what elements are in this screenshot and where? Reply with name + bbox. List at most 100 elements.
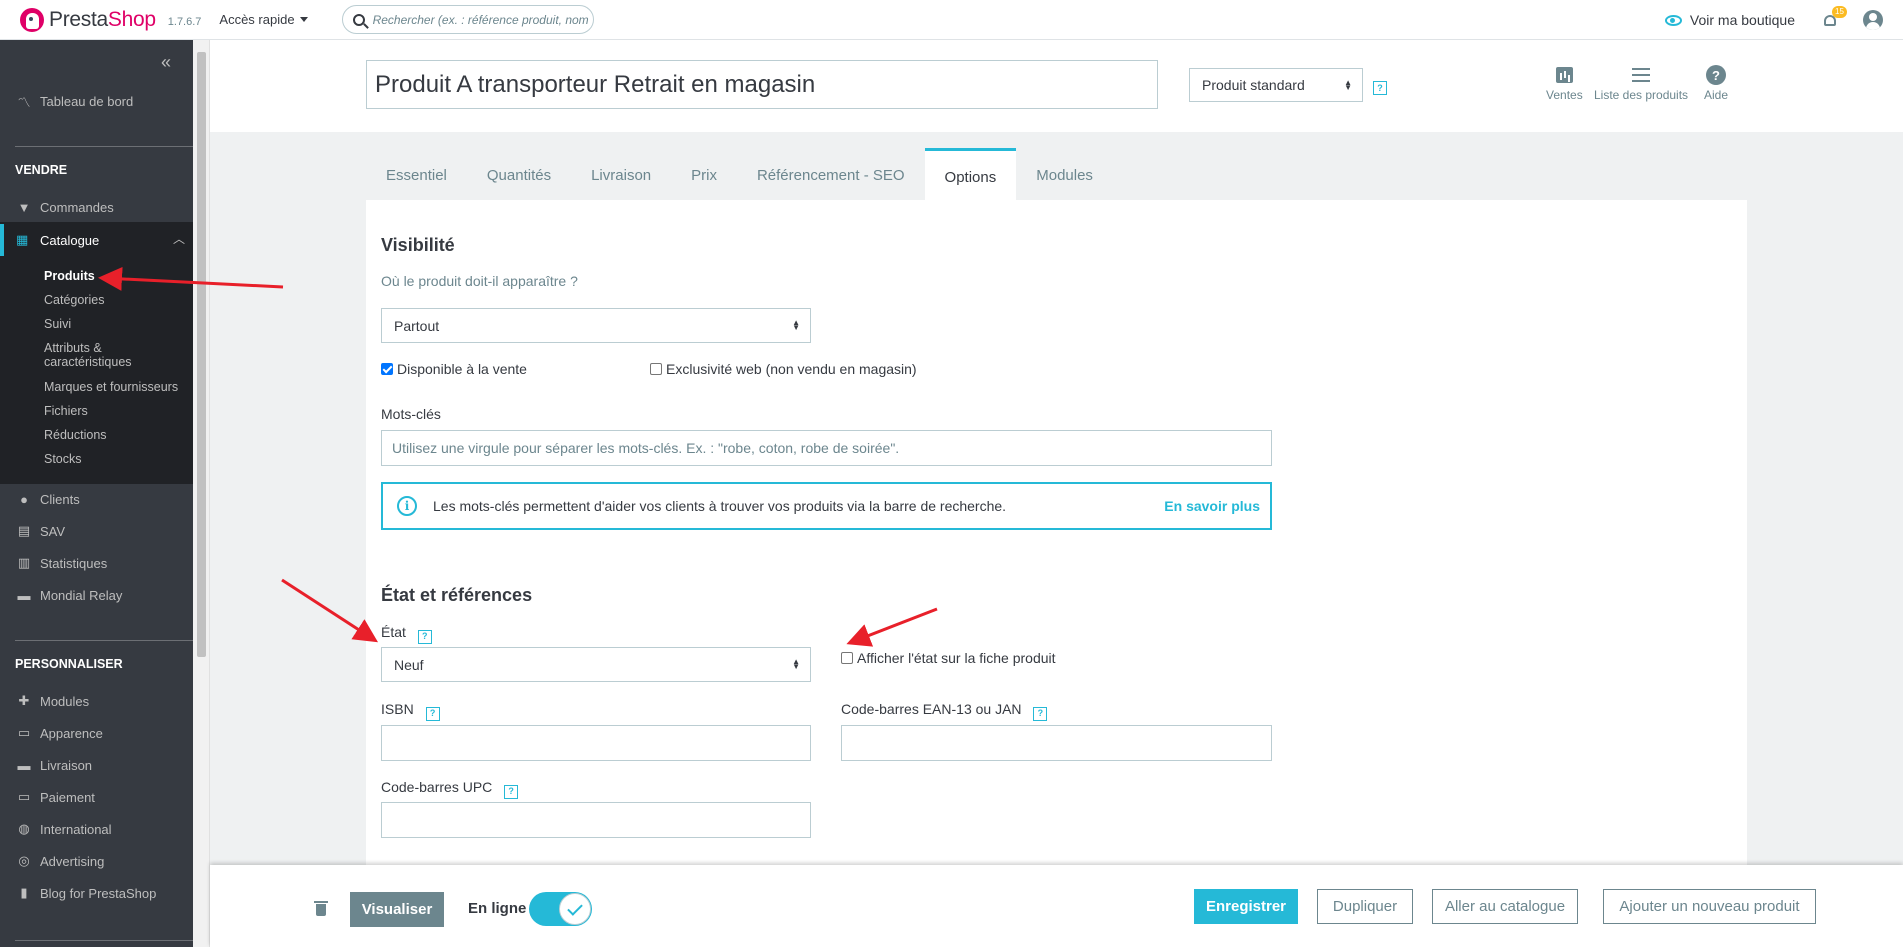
preview-button[interactable]: Visualiser	[350, 892, 444, 927]
save-button[interactable]: Enregistrer	[1194, 889, 1298, 924]
online-label: En ligne	[468, 900, 527, 917]
user-account-icon[interactable]	[1863, 10, 1883, 30]
select-arrows-icon: ▲ ▼	[792, 318, 800, 332]
sidebar-item-blog[interactable]: ▮ Blog for PrestaShop	[0, 878, 193, 908]
submenu-attributes[interactable]: Attributs &	[44, 341, 102, 355]
credit-card-icon: ▭	[17, 789, 31, 804]
sidebar-item-dashboard[interactable]: 〽 Tableau de bord	[0, 86, 193, 116]
sidebar-item-shipping[interactable]: ▬ Livraison	[0, 750, 193, 780]
submenu-features[interactable]: caractéristiques	[44, 355, 132, 369]
version-label: 1.7.6.7	[167, 15, 202, 28]
upc-label: Code-barres UPC ?	[381, 779, 519, 799]
web-exclusive-checkbox[interactable]: Exclusivité web (non vendu en magasin)	[650, 361, 917, 377]
keywords-label: Mots-clés	[381, 406, 441, 422]
sidebar-item-mondial-relay[interactable]: ▬ Mondial Relay	[0, 580, 193, 610]
eye-icon	[1664, 14, 1682, 26]
tab-modules[interactable]: Modules	[1016, 151, 1113, 200]
prestashop-logo[interactable]: PrestaShop	[20, 7, 156, 32]
upc-input[interactable]	[381, 802, 811, 838]
visibility-question: Où le produit doit-il apparaître ?	[381, 273, 578, 289]
keywords-input[interactable]: Utilisez une virgule pour séparer les mo…	[381, 430, 1272, 466]
submenu-tracking[interactable]: Suivi	[44, 317, 71, 331]
tab-seo[interactable]: Référencement - SEO	[737, 151, 925, 200]
tab-quantities[interactable]: Quantités	[467, 151, 571, 200]
user-circle-icon: ●	[20, 491, 28, 507]
sidebar-item-payment[interactable]: ▭ Paiement	[0, 782, 193, 812]
checkbox-unchecked[interactable]	[650, 363, 662, 375]
sales-button[interactable]: Ventes	[1546, 66, 1583, 102]
available-for-sale-checkbox[interactable]: Disponible à la vente	[381, 361, 527, 377]
sidebar-scrollbar[interactable]	[193, 40, 210, 947]
help-icon[interactable]: ?	[1033, 706, 1048, 721]
tab-price[interactable]: Prix	[671, 151, 737, 200]
isbn-label: ISBN ?	[381, 701, 440, 721]
visibility-select[interactable]: Partout ▲ ▼	[381, 308, 811, 343]
top-bar: PrestaShop 1.7.6.7 Accès rapide Recherch…	[0, 0, 1903, 40]
select-arrows-icon: ▲ ▼	[792, 657, 800, 671]
sidebar-item-stats[interactable]: ▥ Statistiques	[0, 548, 193, 578]
sidebar-item-customers[interactable]: ● Clients	[0, 484, 193, 514]
sidebar-item-modules[interactable]: ✚ Modules	[0, 686, 193, 716]
chevron-up-icon: ︿	[172, 232, 185, 246]
submenu-categories[interactable]: Catégories	[44, 293, 104, 307]
view-shop-link[interactable]: Voir ma boutique	[1664, 12, 1795, 28]
product-name-input[interactable]: Produit A transporteur Retrait en magasi…	[366, 60, 1158, 109]
help-button[interactable]: ? Aide	[1704, 65, 1728, 102]
chat-icon: ▤	[17, 523, 31, 538]
show-condition-checkbox[interactable]: Afficher l'état sur la fiche produit	[841, 650, 1056, 666]
tab-options[interactable]: Options	[924, 148, 1017, 200]
search-input[interactable]: Rechercher (ex. : référence produit, nom	[341, 5, 594, 34]
submenu-brands[interactable]: Marques et fournisseurs	[44, 380, 178, 394]
help-icon[interactable]: ?	[504, 784, 519, 799]
submenu-stocks[interactable]: Stocks	[44, 452, 82, 466]
info-icon: i	[397, 496, 417, 516]
notification-badge: 15	[1832, 5, 1847, 18]
submenu-products[interactable]: Produits	[44, 269, 95, 283]
trending-icon: 〽	[17, 94, 31, 110]
ean-input[interactable]	[841, 725, 1272, 761]
submenu-files[interactable]: Fichiers	[44, 404, 88, 418]
quick-access-dropdown[interactable]: Accès rapide	[219, 12, 308, 27]
help-icon[interactable]: ?	[1373, 81, 1387, 95]
add-new-product-button[interactable]: Ajouter un nouveau produit	[1603, 889, 1816, 924]
online-toggle[interactable]	[529, 892, 592, 926]
section-title-sell: VENDRE	[15, 163, 68, 177]
product-list-button[interactable]: Liste des produits	[1594, 66, 1688, 102]
tab-essential[interactable]: Essentiel	[366, 151, 467, 200]
sidebar-item-catalog[interactable]: ▦ Catalogue ︿	[0, 224, 193, 256]
submenu-discounts[interactable]: Réductions	[44, 428, 107, 442]
product-tabs: Essentiel Quantités Livraison Prix Référ…	[366, 148, 1113, 200]
search-icon	[352, 13, 365, 26]
checkbox-checked[interactable]	[381, 363, 393, 375]
ean-label: Code-barres EAN-13 ou JAN ?	[841, 701, 1048, 721]
book-icon: ▮	[20, 885, 28, 900]
visibility-title: Visibilité	[381, 235, 455, 255]
learn-more-link[interactable]: En savoir plus	[1164, 498, 1260, 514]
sidebar-item-international[interactable]: ◍ International	[0, 814, 193, 844]
trash-icon[interactable]	[314, 901, 328, 916]
sidebar-item-advertising[interactable]: ◎ Advertising	[0, 846, 193, 876]
condition-select[interactable]: Neuf ▲ ▼	[381, 647, 811, 682]
condition-label: État ?	[381, 624, 432, 644]
notifications-button[interactable]: 15	[1823, 5, 1847, 28]
truck-icon: ▬	[17, 757, 31, 773]
isbn-input[interactable]	[381, 725, 811, 761]
help-icon[interactable]: ?	[425, 706, 440, 721]
tab-shipping[interactable]: Livraison	[571, 151, 671, 200]
product-type-select[interactable]: Produit standard ▲ ▼	[1189, 68, 1363, 102]
go-to-catalog-button[interactable]: Aller au catalogue	[1432, 889, 1578, 924]
puzzle-icon: ✚	[18, 693, 30, 708]
collapse-sidebar-icon[interactable]: «	[161, 52, 171, 73]
help-icon[interactable]: ?	[417, 629, 432, 644]
select-arrows-icon: ▲ ▼	[1344, 78, 1352, 92]
check-icon	[559, 893, 591, 925]
options-panel	[366, 200, 1747, 865]
sidebar-item-orders[interactable]: ▼ Commandes	[0, 192, 193, 222]
bar-chart-icon	[1555, 67, 1573, 83]
sidebar-item-appearance[interactable]: ▭ Apparence	[0, 718, 193, 748]
sidebar-item-sav[interactable]: ▤ SAV	[0, 516, 193, 546]
duplicate-button[interactable]: Dupliquer	[1317, 889, 1413, 924]
checkbox-unchecked[interactable]	[841, 652, 853, 664]
store-icon: ▦	[16, 232, 29, 247]
puffin-logo-icon	[20, 7, 44, 32]
